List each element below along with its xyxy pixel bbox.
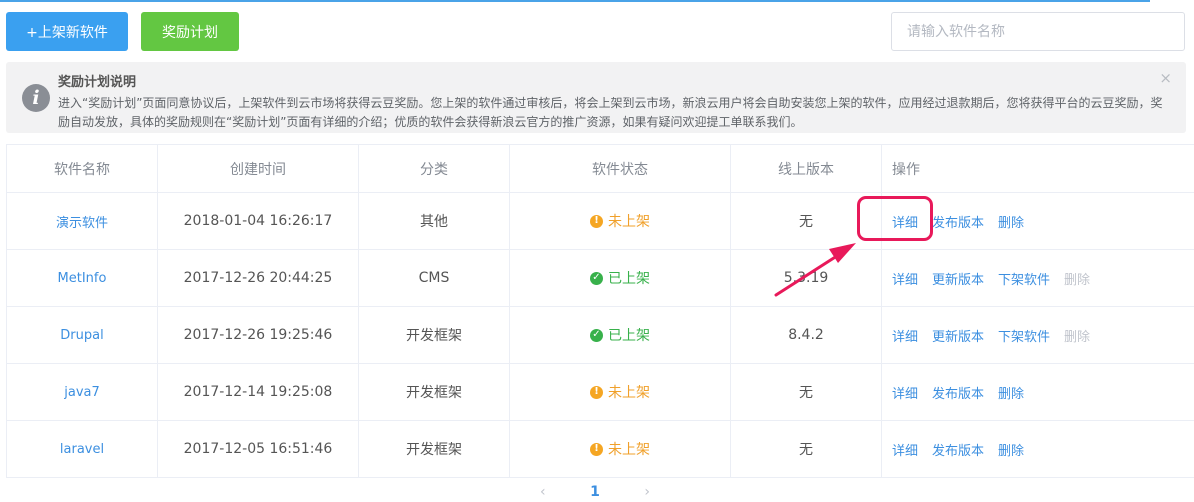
software-name-link[interactable]: Drupal [60, 328, 103, 343]
info-icon: i [22, 84, 50, 112]
column-header-name: 软件名称 [6, 144, 158, 193]
status-badge: ! 未上架 [590, 211, 650, 231]
cell-actions: 详细 更新版本 下架软件 删除 [881, 306, 1194, 364]
column-header-status: 软件状态 [509, 144, 731, 193]
cell-name: 演示软件 [6, 192, 158, 250]
cell-created: 2017-12-14 19:25:08 [157, 363, 359, 421]
software-name-link[interactable]: MetInfo [58, 271, 107, 286]
action-link[interactable]: 下架软件 [998, 330, 1050, 345]
software-name-link[interactable]: 演示软件 [56, 216, 108, 231]
cell-status: ✓ 已上架 [509, 306, 731, 364]
notice-title: 奖励计划说明 [58, 75, 137, 90]
action-link[interactable]: 详细 [892, 273, 918, 288]
action-link[interactable]: 详细 [892, 387, 918, 402]
action-link[interactable]: 删除 [998, 444, 1024, 459]
cell-version: 5.3.19 [730, 249, 882, 307]
page-number-current[interactable]: 1 [590, 484, 600, 500]
close-icon[interactable]: × [1159, 69, 1172, 87]
next-page-button[interactable]: › [644, 484, 650, 500]
cell-category: 其他 [358, 192, 510, 250]
check-circle-icon: ✓ [590, 271, 603, 285]
cell-created: 2018-01-04 16:26:17 [157, 192, 359, 250]
prev-page-button[interactable]: ‹ [540, 484, 546, 500]
pagination: ‹ 1 › [540, 482, 650, 502]
status-badge: ! 未上架 [590, 382, 650, 402]
warning-circle-icon: ! [590, 385, 603, 399]
status-text: 未上架 [608, 385, 650, 401]
reward-plan-button[interactable]: 奖励计划 [141, 12, 239, 51]
cell-name: laravel [6, 420, 158, 478]
warning-circle-icon: ! [590, 442, 603, 456]
top-accent-line [0, 0, 1150, 2]
cell-status: ! 未上架 [509, 363, 731, 421]
status-text: 已上架 [608, 328, 650, 344]
publish-software-button[interactable]: +上架新软件 [6, 12, 128, 51]
cell-actions: 详细 发布版本 删除 [881, 420, 1194, 478]
action-link[interactable]: 发布版本 [932, 216, 984, 231]
action-link[interactable]: 删除 [998, 216, 1024, 231]
search-box [891, 12, 1185, 51]
notice-text: 进入“奖励计划”页面同意协议后，上架软件到云市场将获得云豆奖励。您上架的软件通过… [58, 96, 1163, 129]
software-name-link[interactable]: java7 [64, 385, 100, 400]
cell-status: ✓ 已上架 [509, 249, 731, 307]
cell-status: ! 未上架 [509, 192, 731, 250]
cell-actions: 详细 更新版本 下架软件 删除 [881, 249, 1194, 307]
cell-category: 开发框架 [358, 363, 510, 421]
column-header-created: 创建时间 [157, 144, 359, 193]
table-row: Drupal 2017-12-26 19:25:46 开发框架 ✓ 已上架 8.4.2 详细… [6, 306, 1194, 364]
software-table: 软件名称 创建时间 分类 软件状态 线上版本 操作 演示软件 2018-01-04… [6, 144, 1194, 478]
reward-notice: i 奖励计划说明 进入“奖励计划”页面同意协议后，上架软件到云市场将获得云豆奖励… [6, 62, 1186, 133]
cell-name: MetInfo [6, 249, 158, 307]
action-link[interactable]: 发布版本 [932, 444, 984, 459]
status-badge: ✓ 已上架 [590, 268, 650, 288]
cell-version: 无 [730, 420, 882, 478]
cell-category: 开发框架 [358, 420, 510, 478]
table-row: MetInfo 2017-12-26 20:44:25 CMS ✓ 已上架 5.3.19 详… [6, 249, 1194, 307]
action-link[interactable]: 更新版本 [932, 330, 984, 345]
action-link[interactable]: 下架软件 [998, 273, 1050, 288]
action-link[interactable]: 详细 [892, 216, 918, 231]
status-text: 已上架 [608, 271, 650, 287]
column-header-actions: 操作 [881, 144, 1194, 193]
action-link[interactable]: 发布版本 [932, 387, 984, 402]
table-row: java7 2017-12-14 19:25:08 开发框架! 未上架 无详细 发布版本删… [6, 363, 1194, 421]
cell-name: java7 [6, 363, 158, 421]
status-text: 未上架 [608, 214, 650, 230]
cell-name: Drupal [6, 306, 158, 364]
cell-created: 2017-12-05 16:51:46 [157, 420, 359, 478]
check-circle-icon: ✓ [590, 328, 603, 342]
cell-status: ! 未上架 [509, 420, 731, 478]
table-header-row: 软件名称 创建时间 分类 软件状态 线上版本 操作 [6, 144, 1194, 193]
software-name-link[interactable]: laravel [60, 442, 104, 457]
warning-circle-icon: ! [590, 214, 603, 228]
action-link: 删除 [1064, 329, 1091, 345]
column-header-category: 分类 [358, 144, 510, 193]
cell-version: 8.4.2 [730, 306, 882, 364]
action-link[interactable]: 详细 [892, 330, 918, 345]
cell-version: 无 [730, 363, 882, 421]
cell-version: 无 [730, 192, 882, 250]
status-badge: ✓ 已上架 [590, 325, 650, 345]
status-badge: ! 未上架 [590, 439, 650, 459]
cell-actions: 详细 发布版本 删除 [881, 192, 1194, 250]
column-header-version: 线上版本 [730, 144, 882, 193]
action-link[interactable]: 删除 [998, 387, 1024, 402]
cell-category: 开发框架 [358, 306, 510, 364]
action-link[interactable]: 详细 [892, 444, 918, 459]
cell-category: CMS [358, 249, 510, 307]
status-text: 未上架 [608, 442, 650, 458]
action-link[interactable]: 更新版本 [932, 273, 984, 288]
cell-created: 2017-12-26 19:25:46 [157, 306, 359, 364]
table-row: 演示软件 2018-01-04 16:26:17 其他! 未上架 无详细 发布版本 删除 [6, 192, 1194, 250]
table-row: laravel 2017-12-05 16:51:46 开发框架! 未上架 无详细 发布版… [6, 420, 1194, 478]
cell-actions: 详细 发布版本 删除 [881, 363, 1194, 421]
search-input[interactable] [892, 13, 1184, 50]
cell-created: 2017-12-26 20:44:25 [157, 249, 359, 307]
action-link: 删除 [1064, 272, 1091, 288]
